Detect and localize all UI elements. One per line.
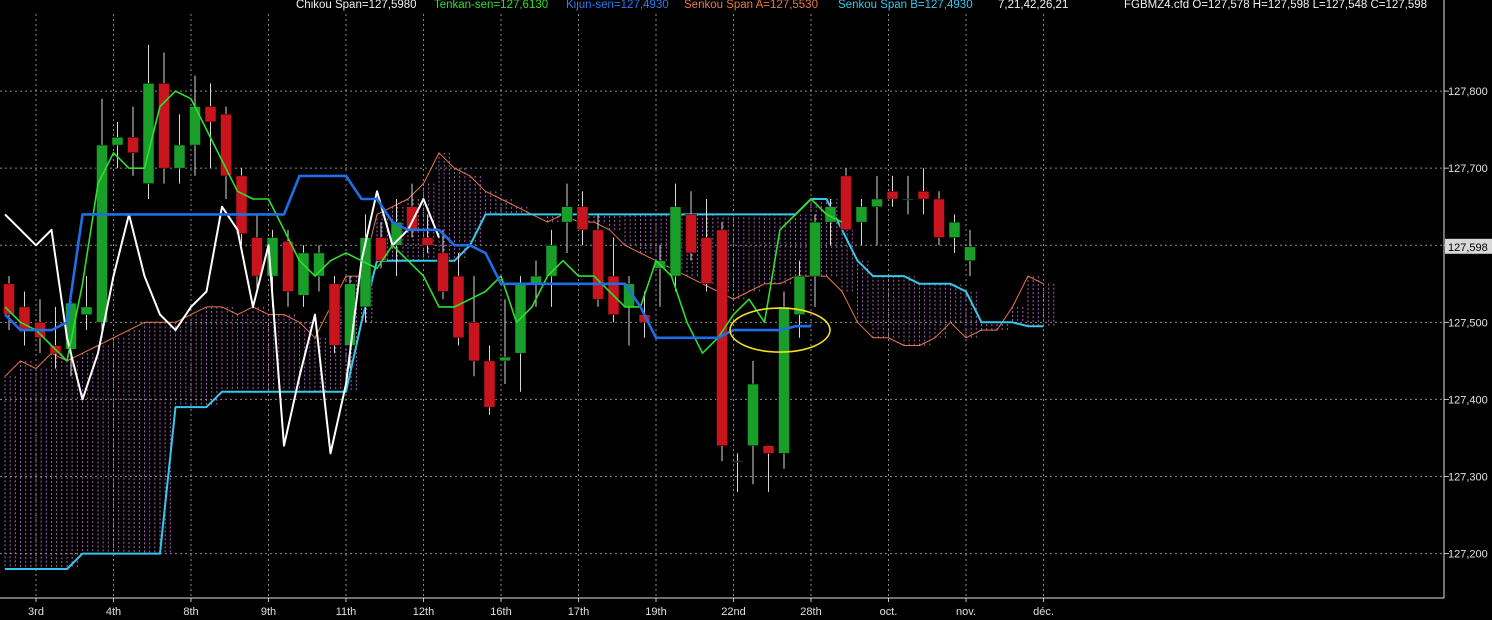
x-tick-label: déc.: [1033, 606, 1054, 618]
candle-bull: [80, 306, 93, 315]
y-tick-label: 127,400: [1448, 394, 1488, 406]
x-tick-label: 4th: [106, 606, 121, 618]
candle-bull: [111, 137, 124, 146]
x-tick-label: 11th: [336, 606, 357, 618]
candle-bear: [328, 283, 341, 346]
candle-bear: [235, 175, 248, 234]
candle-bear: [576, 206, 589, 231]
candle-bull: [499, 356, 511, 362]
y-tick-label: 127,800: [1448, 86, 1488, 98]
x-tick-label: 28th: [800, 606, 821, 618]
candle-bull: [669, 206, 682, 277]
y-tick-label: 127,300: [1448, 472, 1488, 484]
x-tick-label: 3rd: [28, 606, 44, 618]
y-tick-label: 127,200: [1448, 549, 1488, 561]
x-tick-label: oct.: [880, 606, 898, 618]
x-tick-label: 17th: [568, 606, 589, 618]
candle-bear: [437, 252, 449, 292]
candle-bear: [592, 229, 604, 300]
candle-bear: [127, 137, 139, 154]
candle-bull: [189, 106, 201, 146]
candle-bull: [96, 144, 108, 323]
x-tick-label: 16th: [490, 606, 511, 618]
candle-bull: [561, 206, 573, 223]
x-tick-label: 9th: [261, 606, 276, 618]
senkou-span-b-line: [5, 198, 1044, 570]
candle-bear: [468, 322, 480, 362]
candle-bear: [204, 106, 217, 123]
candle-bear: [406, 206, 418, 231]
current-price-label: 127,598: [1448, 242, 1488, 254]
candle-bull: [871, 198, 883, 207]
candle-bear: [282, 241, 294, 292]
x-tick-label: 19th: [645, 606, 666, 618]
y-tick-label: 127,700: [1448, 163, 1488, 175]
candle-bear: [483, 360, 496, 408]
candle-bear: [917, 191, 930, 200]
candle-bear: [421, 237, 434, 246]
y-tick-label: 127,500: [1448, 317, 1488, 329]
candle-bear: [933, 198, 945, 238]
candle-bear: [886, 191, 899, 200]
x-tick-label: 8th: [183, 606, 198, 618]
candle-bull: [731, 460, 744, 463]
candle-bull: [173, 144, 186, 169]
candle-bull: [855, 206, 868, 223]
x-tick-label: nov.: [956, 606, 976, 618]
candle-bear: [220, 113, 232, 177]
candle-bull: [747, 383, 759, 446]
candle-bull: [964, 246, 976, 261]
candle-bear: [685, 214, 697, 254]
candle-bear: [700, 237, 713, 285]
candle-bear: [251, 237, 263, 277]
x-tick-label: 22nd: [721, 606, 745, 618]
candle-bear: [762, 445, 775, 454]
candle-bull: [359, 237, 372, 308]
candle-bull: [902, 198, 914, 201]
candle-bear: [158, 83, 170, 169]
ichimoku-chart[interactable]: 127,800127,700127,600127,500127,400127,3…: [0, 0, 1492, 620]
candle-bull: [948, 221, 961, 238]
candle-bull: [809, 221, 821, 277]
x-tick-label: 12th: [413, 606, 434, 618]
